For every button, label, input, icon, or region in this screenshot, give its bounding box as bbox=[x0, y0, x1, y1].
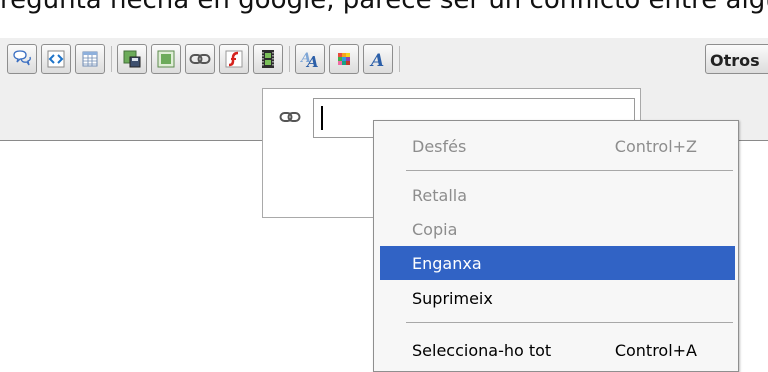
svg-text:A: A bbox=[305, 53, 319, 69]
toolbar-separator bbox=[399, 46, 400, 72]
menu-item-select-all[interactable]: Selecciona-ho tot Control+A bbox=[380, 333, 735, 367]
menu-item-label: Selecciona-ho tot bbox=[412, 341, 552, 360]
link-icon bbox=[189, 54, 211, 64]
image-button[interactable] bbox=[151, 44, 181, 74]
flash-button[interactable] bbox=[219, 44, 249, 74]
menu-item-paste[interactable]: Enganxa bbox=[380, 246, 735, 280]
image-icon bbox=[157, 50, 175, 68]
menu-item-label: Suprimeix bbox=[412, 289, 493, 308]
film-icon bbox=[262, 50, 274, 68]
code-button[interactable] bbox=[41, 44, 71, 74]
menu-item-shortcut: Control+A bbox=[614, 341, 697, 360]
menu-item-shortcut: Control+Z bbox=[614, 137, 697, 156]
table-button[interactable] bbox=[75, 44, 105, 74]
question-text-area: regunta hecha en google, parece ser un c… bbox=[0, 0, 768, 38]
comment-icon bbox=[13, 50, 31, 66]
menu-item-cut[interactable]: Retalla bbox=[380, 178, 735, 212]
menu-item-label: Retalla bbox=[412, 186, 468, 205]
toolbar-separator bbox=[289, 46, 290, 72]
menu-item-label: Enganxa bbox=[412, 254, 482, 273]
svg-text:A: A bbox=[369, 51, 384, 69]
link-icon bbox=[279, 109, 301, 128]
menu-item-label: Copia bbox=[412, 220, 458, 239]
menu-item-delete[interactable]: Suprimeix bbox=[380, 281, 735, 315]
font-style-button[interactable]: A bbox=[363, 44, 393, 74]
flash-icon bbox=[225, 50, 243, 68]
table-icon bbox=[82, 51, 98, 67]
film-button[interactable] bbox=[253, 44, 283, 74]
font-size-button[interactable]: A A bbox=[295, 44, 325, 74]
question-text: regunta hecha en google, parece ser un c… bbox=[0, 0, 768, 15]
font-style-icon: A bbox=[369, 51, 384, 69]
font-size-icon: A A bbox=[299, 51, 319, 69]
code-icon bbox=[47, 50, 65, 68]
context-menu: Desfés Control+Z Retalla Copia Enganxa S… bbox=[373, 120, 739, 372]
menu-item-undo[interactable]: Desfés Control+Z bbox=[380, 129, 735, 163]
otros-button[interactable]: Otros bbox=[705, 44, 768, 74]
menu-item-copy[interactable]: Copia bbox=[380, 212, 735, 246]
save-image-icon bbox=[123, 50, 141, 68]
toolbar-separator bbox=[111, 46, 112, 72]
color-palette-icon bbox=[338, 53, 350, 65]
text-caret bbox=[321, 106, 323, 130]
menu-separator bbox=[406, 322, 733, 323]
menu-item-label: Desfés bbox=[412, 137, 467, 156]
link-button[interactable] bbox=[185, 44, 215, 74]
save-image-button[interactable] bbox=[117, 44, 147, 74]
comment-button[interactable] bbox=[7, 44, 37, 74]
color-button[interactable] bbox=[329, 44, 359, 74]
menu-separator bbox=[406, 170, 733, 171]
